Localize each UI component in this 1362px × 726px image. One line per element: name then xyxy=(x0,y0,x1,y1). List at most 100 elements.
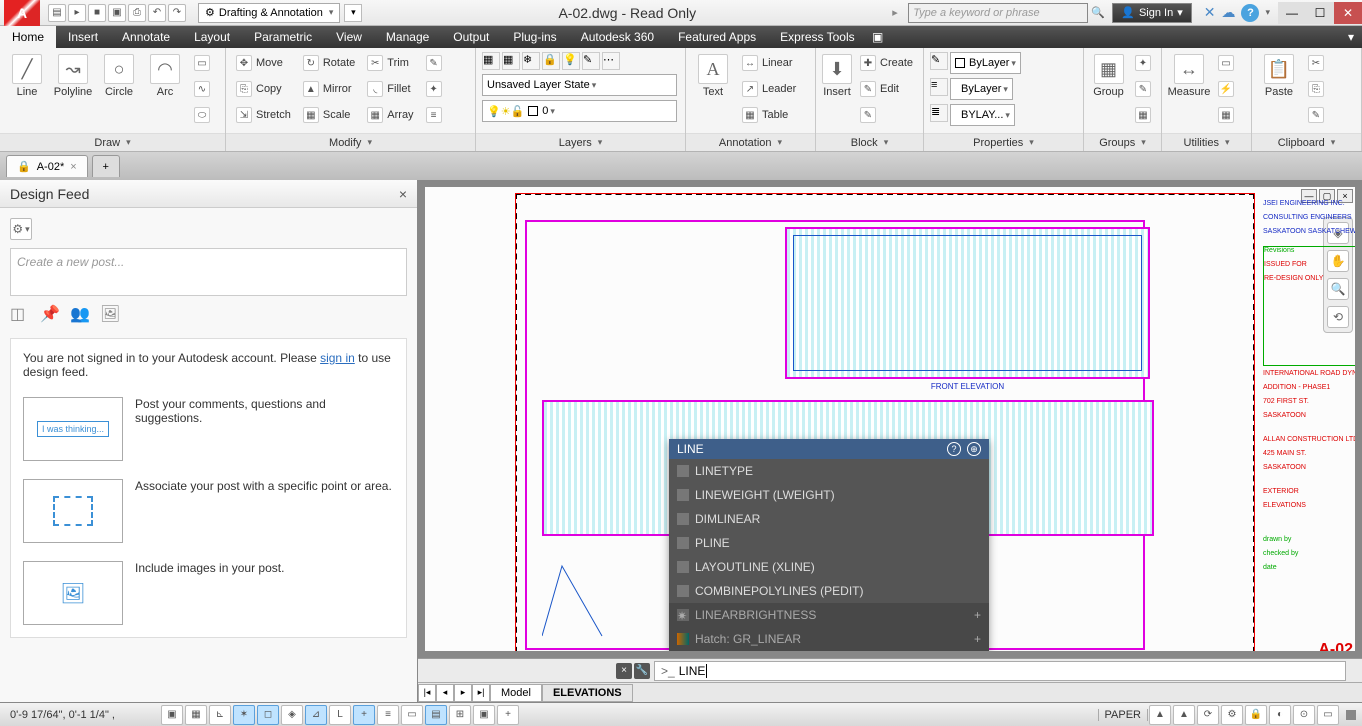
array-button[interactable]: ▦Array xyxy=(363,104,417,126)
cmd-hatch-grlinear[interactable]: Hatch: GR_LINEAR+ xyxy=(669,627,989,651)
attr-button[interactable]: ✎ xyxy=(856,104,917,126)
cmd-dimlinear[interactable]: DIMLINEAR xyxy=(669,507,989,531)
qselect-button[interactable]: ⚡ xyxy=(1214,78,1238,100)
space-toggle[interactable]: PAPER xyxy=(1098,709,1148,721)
panel-clipboard-title[interactable]: Clipboard xyxy=(1252,133,1361,151)
tab-plugins[interactable]: Plug-ins xyxy=(501,26,568,48)
linear-button[interactable]: ↔Linear xyxy=(738,52,800,74)
close-tab-icon[interactable]: × xyxy=(70,161,76,173)
search-button-icon[interactable]: 🔍 xyxy=(1088,3,1108,23)
file-tab-a02[interactable]: 🔒 A-02* × xyxy=(6,155,88,177)
saveas-icon[interactable]: ▣ xyxy=(108,4,126,22)
drawing-canvas[interactable]: — ▢ × ◈ ✋ 🔍 ⟲ FRONT ELEVATION xyxy=(424,186,1356,652)
tab-home[interactable]: Home xyxy=(0,26,56,48)
ann-vis-icon[interactable]: ▲ xyxy=(1173,705,1195,725)
select-button[interactable]: ▭ xyxy=(1214,52,1238,74)
rotate-button[interactable]: ↻Rotate xyxy=(299,52,359,74)
maximize-button[interactable]: ☐ xyxy=(1306,2,1334,24)
clean-icon[interactable]: ▭ xyxy=(1317,705,1339,725)
image-tool-icon[interactable]: 🖼 xyxy=(100,304,120,324)
plot-icon[interactable]: ⎙ xyxy=(128,4,146,22)
cmd-linearbright[interactable]: ✷LINEARBRIGHTNESS+ xyxy=(669,603,989,627)
design-feed-close-icon[interactable]: × xyxy=(399,186,407,202)
insert-button[interactable]: ⬇Insert xyxy=(822,52,852,98)
groupedit-button[interactable]: ✎ xyxy=(1131,78,1155,100)
pin-tool-icon[interactable]: 📌 xyxy=(40,304,60,324)
offset-button[interactable]: ≡ xyxy=(422,104,446,126)
text-button[interactable]: AText xyxy=(692,52,734,98)
layout-elevations[interactable]: ELEVATIONS xyxy=(542,684,633,702)
hw-icon[interactable]: ◐ xyxy=(1269,705,1291,725)
panel-modify-title[interactable]: Modify xyxy=(226,133,475,151)
dyn-icon[interactable]: + xyxy=(353,705,375,725)
erase-button[interactable]: ✎ xyxy=(422,52,446,74)
paste-button[interactable]: 📋Paste xyxy=(1258,52,1300,98)
ws-icon[interactable]: ⚙ xyxy=(1221,705,1243,725)
layermore-icon[interactable]: ⋯ xyxy=(602,52,620,70)
leader-button[interactable]: ↗Leader xyxy=(738,78,800,100)
app-logo-icon[interactable]: A xyxy=(4,0,40,26)
polyline-button[interactable]: ↝Polyline xyxy=(52,52,94,98)
ltype-icon[interactable]: ≡ xyxy=(930,78,948,96)
scale-button[interactable]: ▦Scale xyxy=(299,104,359,126)
color-dropdown[interactable]: ByLayer xyxy=(950,52,1021,74)
new-tab-button[interactable]: + xyxy=(92,155,120,177)
tab-manage[interactable]: Manage xyxy=(374,26,441,48)
panel-layers-title[interactable]: Layers xyxy=(476,133,685,151)
tab-output[interactable]: Output xyxy=(441,26,501,48)
grid-icon[interactable]: ▦ xyxy=(185,705,207,725)
ribbon-minimize-icon[interactable]: ▾ xyxy=(1340,26,1362,48)
layerprop-icon[interactable]: ▦ xyxy=(482,52,500,70)
tab-autodesk360[interactable]: Autodesk 360 xyxy=(569,26,666,48)
linetype-dropdown[interactable]: ByLayer xyxy=(950,78,1013,100)
qat-customize-icon[interactable]: ▾ xyxy=(344,4,362,22)
matchclip-button[interactable]: ✎ xyxy=(1304,104,1328,126)
resize-grip-icon[interactable] xyxy=(1346,710,1356,720)
layermatch-icon[interactable]: ✎ xyxy=(582,52,600,70)
exchange-icon[interactable]: ✕ xyxy=(1204,4,1216,21)
cmd-pedit[interactable]: COMBINEPOLYLINES (PEDIT) xyxy=(669,579,989,603)
polar-icon[interactable]: ✶ xyxy=(233,705,255,725)
snap-icon[interactable]: ▣ xyxy=(161,705,183,725)
lt-last-icon[interactable]: ▸| xyxy=(472,684,490,702)
tab-overflow-icon[interactable]: ▣ xyxy=(867,26,889,48)
workspace-dropdown[interactable]: ⚙ Drafting & Annotation xyxy=(198,3,340,23)
create-button[interactable]: ✚Create xyxy=(856,52,917,74)
cmd-lineweight[interactable]: LINEWEIGHT (LWEIGHT) xyxy=(669,483,989,507)
help-icon[interactable]: ? xyxy=(1241,4,1259,22)
ortho-icon[interactable]: ⊾ xyxy=(209,705,231,725)
sign-in-button[interactable]: 👤 Sign In ▾ xyxy=(1112,3,1191,23)
panel-properties-title[interactable]: Properties xyxy=(924,133,1083,151)
cmd-xline[interactable]: LAYOUTLINE (XLINE) xyxy=(669,555,989,579)
minimize-button[interactable]: — xyxy=(1278,2,1306,24)
edit-button[interactable]: ✎Edit xyxy=(856,78,917,100)
iso-icon[interactable]: ⊙ xyxy=(1293,705,1315,725)
panel-annotation-title[interactable]: Annotation xyxy=(686,133,815,151)
layer-state-dropdown[interactable]: Unsaved Layer State xyxy=(482,74,677,96)
cmd-pline[interactable]: PLINE xyxy=(669,531,989,555)
design-feed-settings-icon[interactable]: ⚙ xyxy=(10,218,32,240)
fillet-button[interactable]: ◟Fillet xyxy=(363,78,417,100)
layerfrz-icon[interactable]: ❄ xyxy=(522,52,540,70)
osnap-icon[interactable]: ◻ xyxy=(257,705,279,725)
undo-icon[interactable]: ↶ xyxy=(148,4,166,22)
selectall-button[interactable]: ▦ xyxy=(1214,104,1238,126)
tab-view[interactable]: View xyxy=(324,26,374,48)
arc-button[interactable]: ◠Arc xyxy=(144,52,186,98)
copyclip-button[interactable]: ⎘ xyxy=(1304,78,1328,100)
sc-icon[interactable]: ⊞ xyxy=(449,705,471,725)
help-chevron-icon[interactable]: ▾ xyxy=(1265,7,1270,18)
measure-button[interactable]: ↔Measure xyxy=(1168,52,1210,98)
spline-button[interactable]: ∿ xyxy=(190,78,214,100)
tab-featured[interactable]: Featured Apps xyxy=(666,26,768,48)
tb-icon[interactable]: + xyxy=(497,705,519,725)
tpy-icon[interactable]: ▭ xyxy=(401,705,423,725)
new-icon[interactable]: ▤ xyxy=(48,4,66,22)
cmdline-close-icon[interactable]: × xyxy=(616,663,632,679)
people-tool-icon[interactable]: 👥 xyxy=(70,304,90,324)
layer-current-dropdown[interactable]: 💡 ☀ 🔓 0 xyxy=(482,100,677,122)
cmdline-options-icon[interactable]: 🔧 xyxy=(634,663,650,679)
layeroff-icon[interactable]: 💡 xyxy=(562,52,580,70)
stretch-button[interactable]: ⇲Stretch xyxy=(232,104,295,126)
area-tool-icon[interactable]: ◫ xyxy=(10,304,30,324)
